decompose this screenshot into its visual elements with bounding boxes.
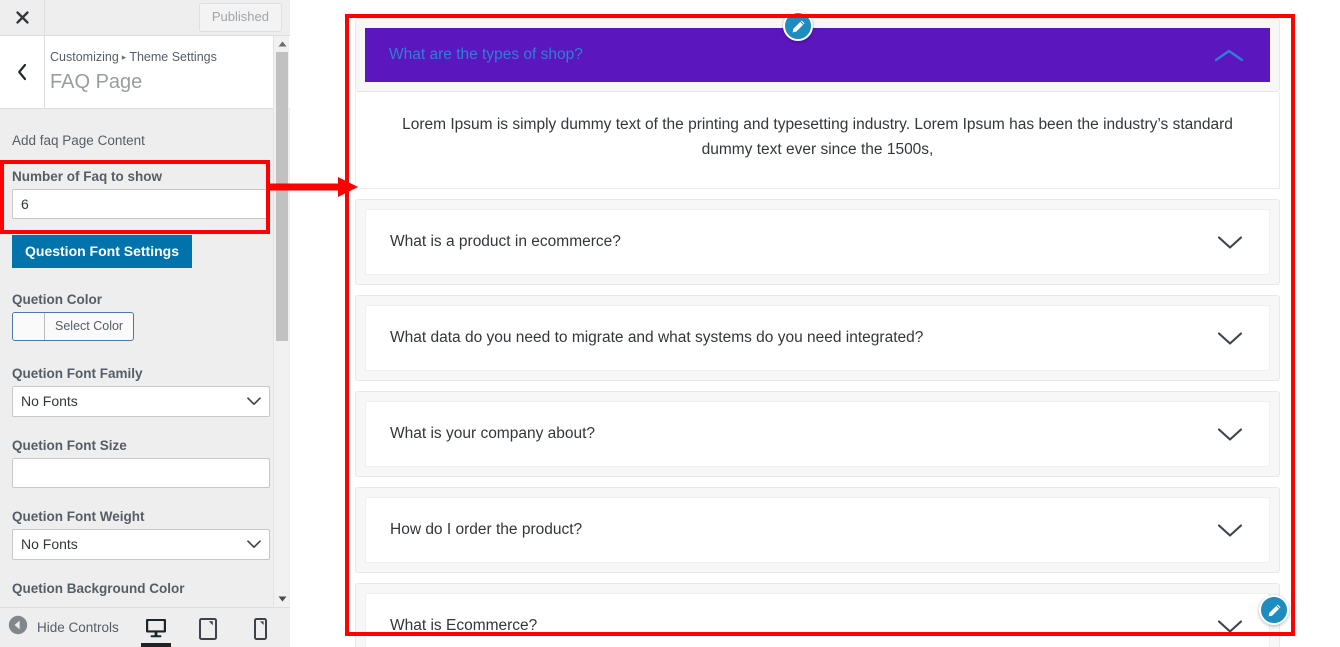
scroll-up-arrow-icon[interactable] — [274, 36, 290, 52]
site-preview: What are the types of shop? Lorem Ipsum i… — [291, 0, 1340, 647]
customizer-footer: Hide Controls — [0, 607, 290, 647]
customizer-controls: Add faq Page Content Number of Faq to sh… — [0, 109, 290, 607]
faq-item: What is a product in ecommerce? — [355, 199, 1280, 286]
faq-item-container: What data do you need to migrate and wha… — [355, 295, 1280, 382]
device-button-tablet[interactable] — [190, 608, 226, 647]
chevron-down-icon[interactable] — [1217, 523, 1243, 538]
section-label-wrap: Add faq Page Content — [0, 109, 290, 148]
faq-accordion-list: What are the types of shop? Lorem Ipsum i… — [355, 18, 1280, 647]
publish-area: Published — [45, 2, 290, 33]
chevron-down-icon — [247, 397, 261, 405]
add-faq-page-content-label: Add faq Page Content — [12, 133, 145, 148]
question-font-size-label: Quetion Font Size — [12, 437, 127, 453]
question-font-family-label: Quetion Font Family — [12, 365, 143, 381]
hide-controls-button[interactable]: Hide Controls — [0, 615, 119, 640]
faq-item-container: What is a product in ecommerce? — [355, 199, 1280, 286]
question-font-family-select[interactable]: No Fonts — [12, 385, 270, 417]
breadcrumb: Customizing ▸ Theme Settings — [50, 48, 217, 67]
question-font-weight-control: Quetion Font Weight No Fonts — [0, 488, 290, 560]
question-font-settings-wrap: Question Font Settings — [0, 219, 290, 268]
faq-count-input[interactable] — [12, 189, 270, 219]
question-background-color-control: Quetion Background Color — [0, 560, 290, 596]
faq-item-container: What is Ecommerce? — [355, 583, 1280, 647]
faq-item-container: What is your company about? — [355, 391, 1280, 478]
question-font-family-value: No Fonts — [21, 393, 78, 410]
color-swatch[interactable] — [13, 312, 45, 340]
chevron-down-icon[interactable] — [1217, 235, 1243, 250]
sidebar-scrollbar[interactable] — [273, 36, 289, 607]
mobile-icon — [253, 618, 267, 640]
faq-answer-text: Lorem Ipsum is simply dummy text of the … — [355, 92, 1280, 190]
faq-question-text: How do I order the product? — [390, 521, 583, 539]
publish-button[interactable]: Published — [198, 2, 282, 33]
question-color-label: Quetion Color — [12, 291, 102, 307]
chevron-down-icon[interactable] — [1217, 427, 1243, 442]
scroll-down-arrow-icon[interactable] — [274, 591, 290, 607]
question-color-control: Quetion Color Select Color — [0, 268, 290, 345]
breadcrumb-separator-icon: ▸ — [121, 52, 127, 62]
customizer-screen: Published Customizing ▸ Theme Settings FAQ… — [0, 0, 1340, 647]
device-preview-buttons — [138, 608, 290, 647]
faq-item-container: What are the types of shop? — [355, 18, 1280, 92]
faq-question-header[interactable]: What is Ecommerce? — [365, 593, 1270, 647]
close-icon[interactable] — [0, 0, 45, 35]
select-color-button[interactable]: Select Color — [12, 311, 135, 341]
chevron-up-icon[interactable] — [1214, 48, 1244, 63]
faq-question-text: What are the types of shop? — [389, 46, 583, 63]
pencil-edit-icon[interactable] — [1259, 595, 1289, 625]
faq-item: What is your company about? — [355, 391, 1280, 478]
faq-question-text: What is your company about? — [390, 425, 596, 443]
faq-count-control: Number of Faq to show — [0, 153, 290, 219]
chevron-down-icon[interactable] — [1217, 619, 1243, 634]
question-font-family-control: Quetion Font Family No Fonts — [0, 345, 290, 417]
hide-controls-label: Hide Controls — [37, 620, 119, 635]
customizer-topbar: Published — [0, 0, 290, 36]
pencil-edit-icon[interactable] — [783, 11, 813, 41]
customizer-panel-header: Customizing ▸ Theme Settings FAQ Page — [0, 36, 290, 109]
question-background-color-label: Quetion Background Color — [12, 580, 185, 596]
faq-item: What are the types of shop? Lorem Ipsum i… — [355, 18, 1280, 190]
page-title: FAQ Page — [50, 70, 143, 93]
panel-titles: Customizing ▸ Theme Settings FAQ Page — [45, 36, 217, 108]
select-color-label: Select Color — [55, 319, 124, 334]
chevron-down-icon[interactable] — [1217, 331, 1243, 346]
question-font-size-control: Quetion Font Size — [0, 417, 290, 488]
faq-question-header[interactable]: What are the types of shop? — [365, 28, 1270, 82]
question-font-weight-select[interactable]: No Fonts — [12, 528, 270, 560]
faq-item: What is Ecommerce? — [355, 583, 1280, 647]
caret-left-circle-icon — [8, 615, 28, 640]
faq-question-header[interactable]: What is your company about? — [365, 401, 1270, 468]
faq-question-header[interactable]: What data do you need to migrate and wha… — [365, 305, 1270, 372]
chevron-left-icon[interactable] — [0, 36, 45, 108]
device-button-desktop[interactable] — [138, 608, 174, 647]
faq-question-header[interactable]: What is a product in ecommerce? — [365, 209, 1270, 276]
question-font-settings-button[interactable]: Question Font Settings — [12, 235, 192, 268]
faq-question-header[interactable]: How do I order the product? — [365, 497, 1270, 564]
breadcrumb-root[interactable]: Customizing — [50, 50, 119, 64]
customizer-sidebar: Published Customizing ▸ Theme Settings FAQ… — [0, 0, 290, 647]
faq-question-text: What is Ecommerce? — [390, 617, 538, 635]
desktop-icon — [146, 619, 166, 638]
faq-item: What data do you need to migrate and wha… — [355, 295, 1280, 382]
faq-count-label: Number of Faq to show — [12, 169, 162, 184]
question-font-size-input[interactable] — [12, 457, 270, 488]
question-font-weight-label: Quetion Font Weight — [12, 508, 145, 524]
breadcrumb-parent[interactable]: Theme Settings — [129, 50, 217, 64]
tablet-icon — [199, 618, 217, 640]
device-button-mobile[interactable] — [242, 608, 278, 647]
question-font-weight-value: No Fonts — [21, 536, 78, 553]
faq-question-text: What is a product in ecommerce? — [390, 233, 621, 251]
faq-question-text: What data do you need to migrate and wha… — [390, 329, 924, 347]
faq-item: How do I order the product? — [355, 487, 1280, 574]
sidebar-scrollbar-thumb[interactable] — [276, 52, 288, 341]
faq-item-container: How do I order the product? — [355, 487, 1280, 574]
chevron-down-icon — [247, 540, 261, 548]
